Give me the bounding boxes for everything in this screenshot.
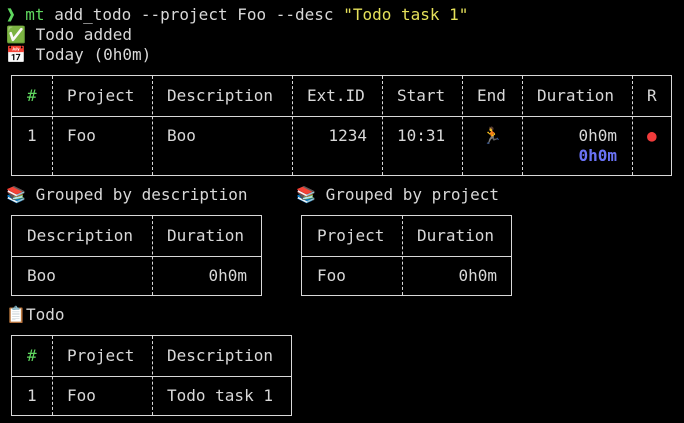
row-description: Todo task 1 [167, 386, 273, 405]
header-divider [302, 256, 511, 257]
column-header-running: R [647, 86, 657, 105]
column-header-number: # [27, 86, 37, 105]
grouped-by-description-title: Grouped by description [35, 185, 248, 204]
column-header-project: Project [67, 346, 135, 365]
today-text: Today (0h0m) [35, 45, 152, 64]
command-line: ❱ mt add_todo --project Foo --desc "Todo… [6, 5, 468, 25]
books-icon: 📚 [296, 185, 316, 204]
row-description: Boo [167, 126, 196, 145]
column-header-number: # [27, 346, 37, 365]
column-divider [52, 76, 53, 175]
books-icon: 📚 [6, 185, 26, 204]
column-divider [382, 76, 383, 175]
grouped-by-project-heading: 📚 Grouped by project [296, 185, 499, 205]
column-header-duration: Duration [417, 226, 495, 245]
row-number: 1 [27, 386, 37, 405]
todo-heading: 📋Todo [6, 305, 65, 325]
clipboard-icon: 📋 [6, 305, 26, 324]
today-summary: 📅 Today (0h0m) [6, 45, 151, 65]
header-divider [12, 376, 291, 377]
column-header-description: Description [167, 346, 273, 365]
header-divider [12, 256, 261, 257]
todo-table: # Project Description 1 Foo Todo task 1 [11, 335, 292, 416]
row-duration-total: 0h0m [578, 146, 617, 165]
check-icon: ✅ [6, 25, 26, 44]
row-number: 1 [27, 126, 37, 145]
running-indicator-icon: ● [647, 126, 657, 145]
grouped-by-description-heading: 📚 Grouped by description [6, 185, 248, 205]
time-entries-table: # Project Description Ext.ID Start End D… [11, 75, 672, 176]
grouped-by-project-table: Project Duration Foo 0h0m [301, 215, 512, 296]
row-description: Boo [27, 266, 56, 285]
column-divider [632, 76, 633, 175]
column-header-description: Description [27, 226, 133, 245]
grouped-by-description-table: Description Duration Boo 0h0m [11, 215, 262, 296]
todo-added-text: Todo added [35, 25, 132, 44]
command-name: mt [25, 5, 45, 24]
column-header-duration: Duration [167, 226, 245, 245]
row-duration: 0h0m [208, 266, 247, 285]
todo-added-message: ✅ Todo added [6, 25, 132, 45]
column-header-end: End [477, 86, 506, 105]
terminal-window: ❱ mt add_todo --project Foo --desc "Todo… [0, 0, 684, 423]
command-string-arg: "Todo task 1" [343, 5, 469, 24]
column-header-project: Project [317, 226, 385, 245]
column-divider [462, 76, 463, 175]
grouped-by-project-title: Grouped by project [325, 185, 500, 204]
column-divider [152, 76, 153, 175]
column-header-start: Start [397, 86, 446, 105]
running-person-icon: 🏃 [482, 126, 502, 145]
header-divider [12, 116, 671, 117]
todo-title: Todo [26, 305, 65, 324]
row-project: Foo [67, 386, 96, 405]
row-duration: 0h0m [578, 126, 617, 145]
column-header-project: Project [67, 86, 135, 105]
calendar-icon: 📅 [6, 45, 26, 64]
command-args: add_todo --project Foo --desc [54, 5, 334, 24]
column-header-description: Description [167, 86, 273, 105]
row-project: Foo [317, 266, 346, 285]
row-start: 10:31 [397, 126, 446, 145]
prompt-symbol: ❱ [6, 5, 16, 24]
row-project: Foo [67, 126, 96, 145]
column-header-duration: Duration [537, 86, 615, 105]
row-duration: 0h0m [458, 266, 497, 285]
row-ext-id: 1234 [328, 126, 367, 145]
column-header-ext-id: Ext.ID [307, 86, 365, 105]
